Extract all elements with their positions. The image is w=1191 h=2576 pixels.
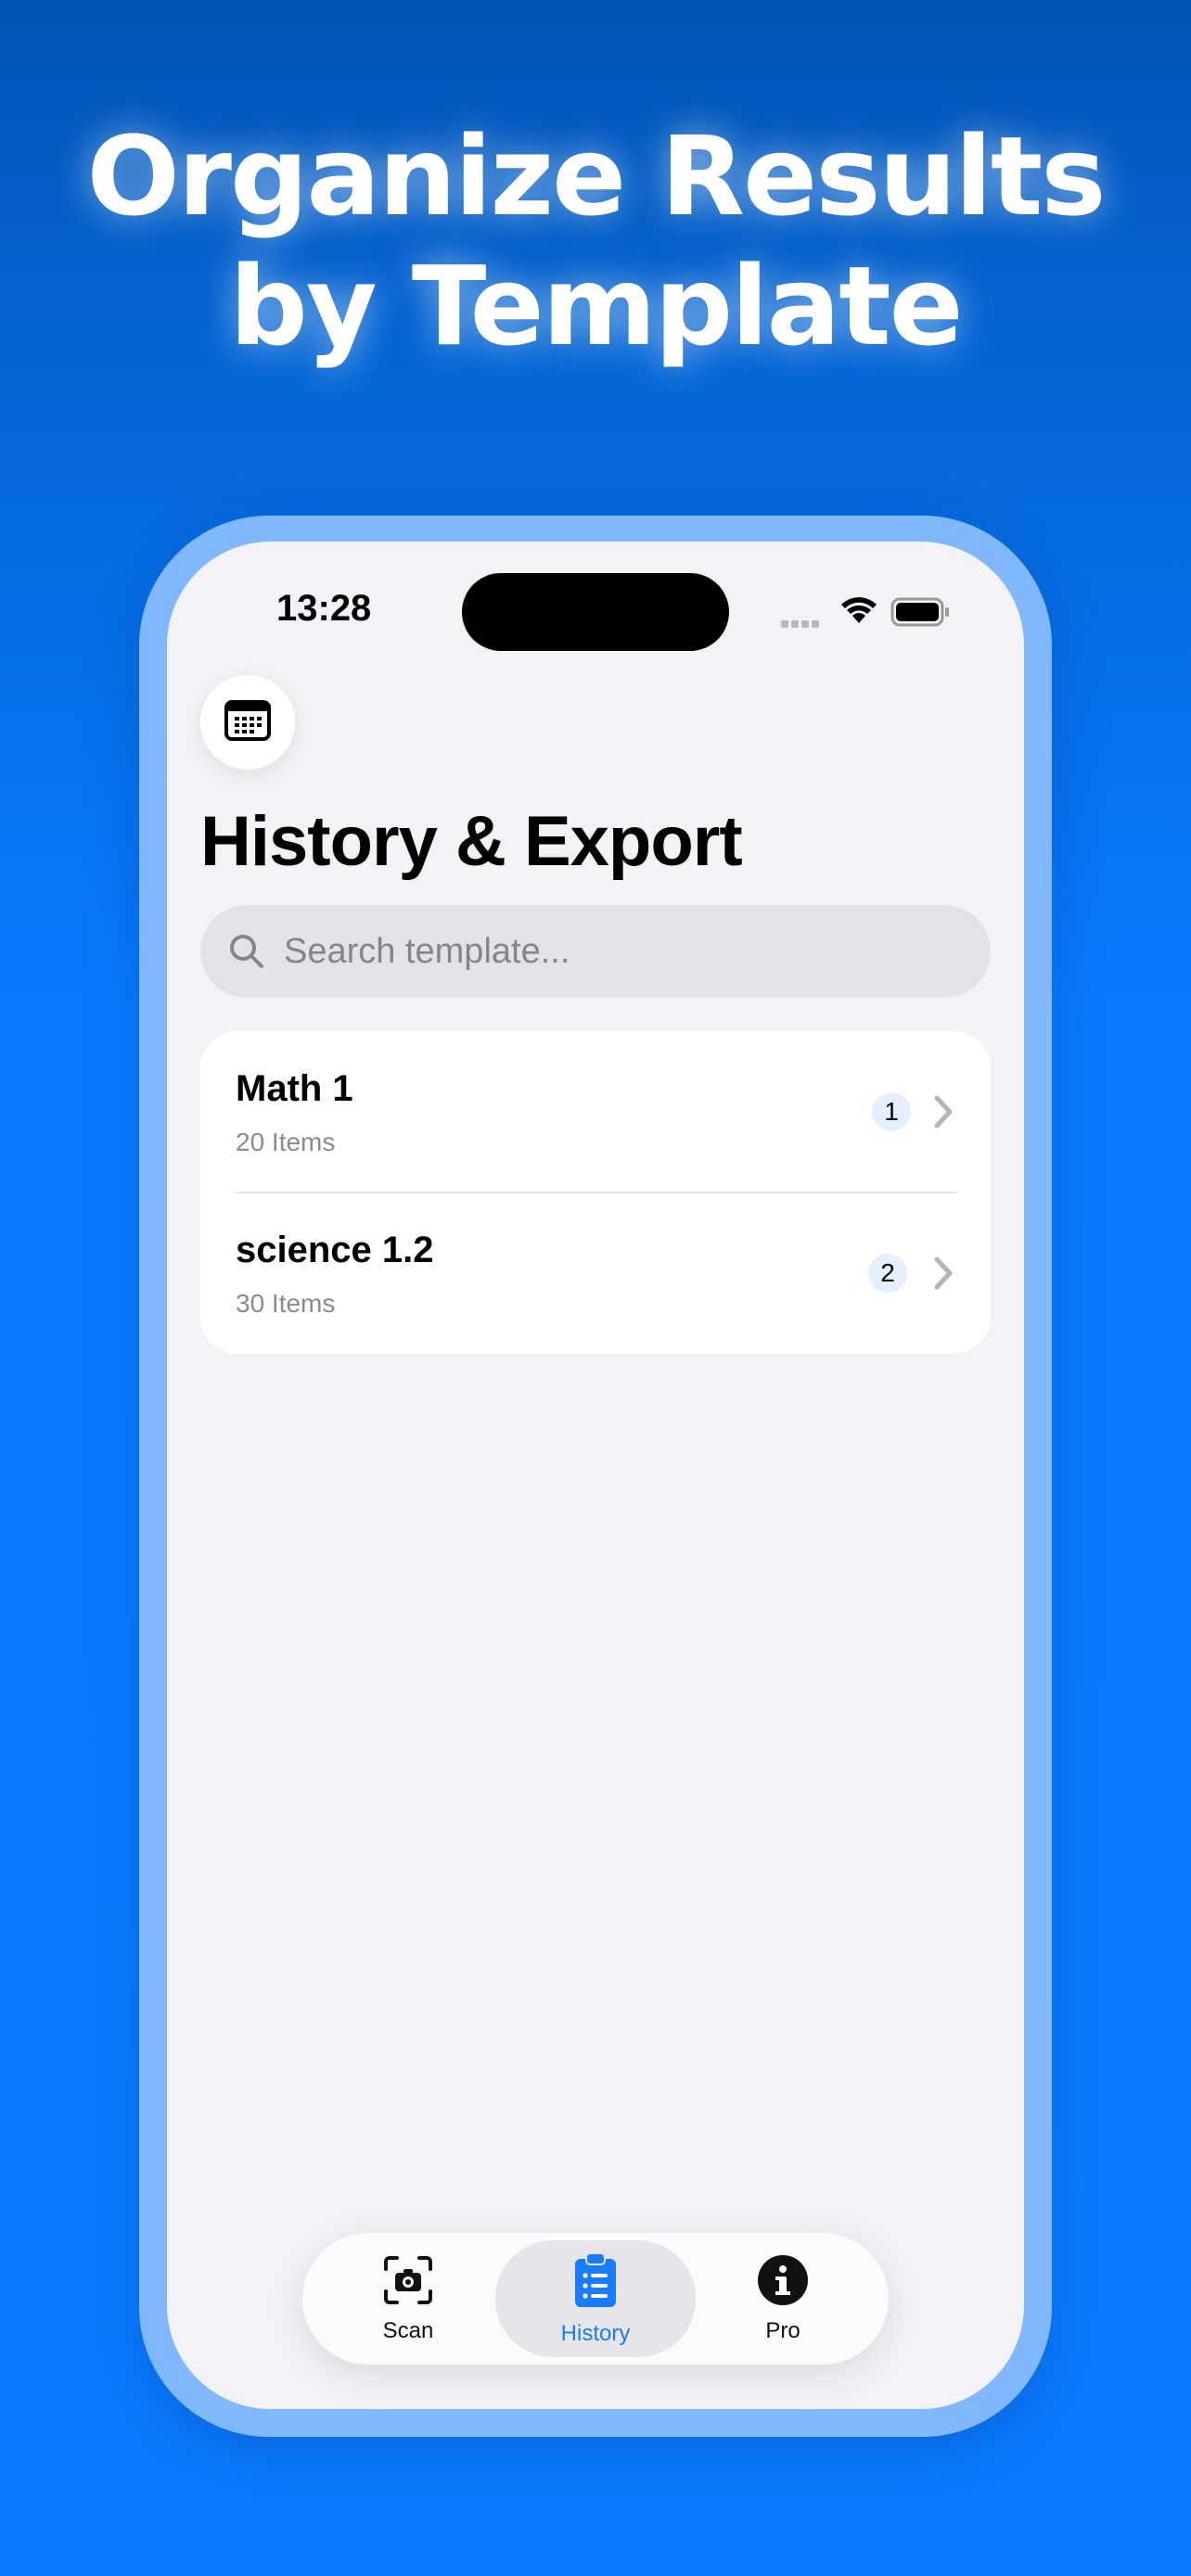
calendar-button[interactable]	[200, 675, 295, 770]
promo-headline-line2: by Template	[229, 242, 963, 370]
tab-scan[interactable]: Scan	[339, 2233, 477, 2365]
template-name: Math 1	[236, 1068, 353, 1109]
cellular-signal-icon	[781, 616, 822, 632]
promo-headline-line1: Organize Results	[86, 112, 1106, 240]
calendar-icon	[224, 698, 272, 747]
promo-headline: Organize Results by Template	[0, 111, 1191, 371]
template-list: Math 1 20 Items 1 science 1.2 30 Items 2	[200, 1031, 991, 1354]
template-name: science 1.2	[236, 1230, 434, 1270]
info-circle-icon	[757, 2254, 809, 2311]
count-badge: 2	[868, 1254, 907, 1293]
list-item[interactable]: science 1.2 30 Items 2	[200, 1192, 991, 1354]
tab-label: Pro	[765, 2317, 800, 2343]
tab-label: History	[560, 2320, 631, 2346]
chevron-right-icon	[933, 1256, 954, 1295]
tab-bar: Scan History Pro	[302, 2233, 889, 2365]
chevron-right-icon	[933, 1094, 954, 1134]
tab-label: Scan	[382, 2317, 434, 2343]
tab-history[interactable]: History	[495, 2240, 696, 2357]
template-item-count: 30 Items	[236, 1289, 336, 1318]
camera-viewfinder-icon	[382, 2254, 434, 2311]
battery-icon	[890, 597, 952, 631]
phone-screen: 13:28 History & Export Search template..…	[167, 542, 1024, 2409]
clipboard-list-icon	[573, 2251, 618, 2314]
wifi-icon	[839, 595, 879, 631]
template-item-count: 20 Items	[236, 1128, 336, 1156]
search-icon	[228, 933, 265, 970]
count-badge: 1	[872, 1092, 911, 1131]
search-input[interactable]	[284, 931, 933, 972]
search-bar[interactable]	[200, 905, 991, 998]
list-item[interactable]: Math 1 20 Items 1	[200, 1031, 991, 1193]
status-time: 13:28	[276, 588, 372, 629]
tab-pro[interactable]: Pro	[714, 2233, 852, 2365]
page-title: History & Export	[200, 802, 743, 881]
dynamic-island	[462, 573, 729, 651]
